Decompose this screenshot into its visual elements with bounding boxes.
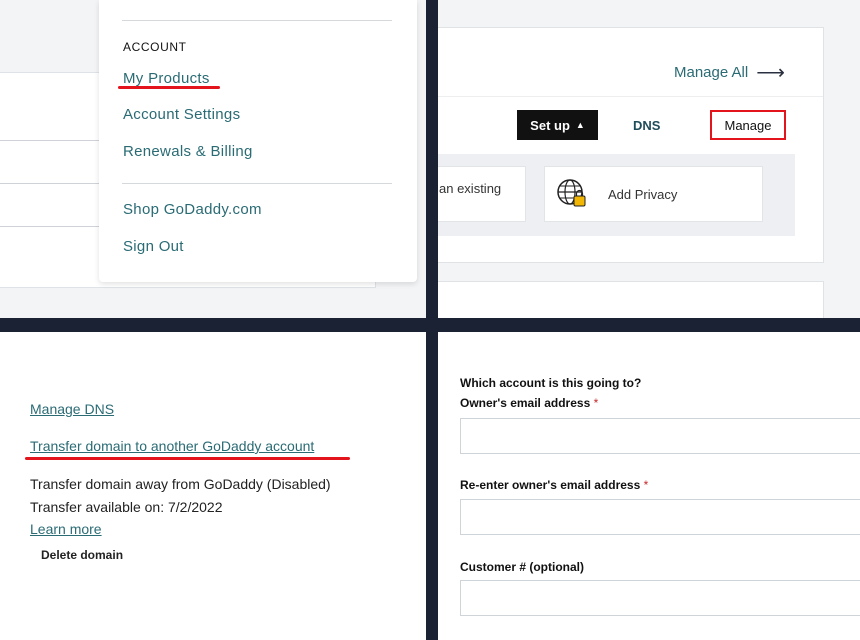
required-marker: *: [643, 478, 649, 492]
arrow-right-icon: ⟶: [756, 62, 785, 84]
menu-divider: [122, 183, 392, 184]
customer-number-field[interactable]: [460, 580, 860, 616]
dns-button[interactable]: DNS: [633, 118, 660, 133]
globe-lock-icon: [555, 177, 589, 211]
upsell-strip: an existing Add Privacy: [438, 154, 795, 236]
menu-divider: [122, 20, 392, 21]
menu-item-my-products[interactable]: My Products: [123, 70, 210, 87]
manage-all-label: Manage All: [674, 64, 749, 81]
account-menu-panel: ACCOUNT My Products Account Settings Ren…: [0, 0, 426, 318]
domain-settings-panel: Manage DNS Transfer domain to another Go…: [0, 332, 426, 640]
transfer-form-panel: Which account is this going to? Owner's …: [438, 332, 860, 640]
reenter-email-label-text: Re-enter owner's email address: [460, 478, 641, 492]
upsell-tile[interactable]: an existing: [438, 166, 526, 222]
highlight-underline: [25, 457, 350, 460]
setup-label: Set up: [530, 117, 570, 133]
reenter-email-label: Re-enter owner's email address *: [460, 478, 648, 492]
owner-email-label: Owner's email address *: [460, 396, 598, 410]
add-privacy-tile[interactable]: Add Privacy: [544, 166, 763, 222]
owner-email-field[interactable]: [460, 418, 860, 454]
account-dropdown-menu: ACCOUNT My Products Account Settings Ren…: [99, 0, 417, 282]
transfer-away-text: Transfer domain away from GoDaddy (Disab…: [30, 476, 331, 492]
delete-domain-button[interactable]: Delete domain: [41, 548, 123, 562]
learn-more-link[interactable]: Learn more: [30, 521, 102, 537]
manage-all-link[interactable]: Manage All ⟶: [674, 60, 785, 85]
highlight-underline: [118, 86, 220, 89]
transfer-internal-link[interactable]: Transfer domain to another GoDaddy accou…: [30, 438, 314, 454]
reenter-email-field[interactable]: [460, 499, 860, 535]
menu-item-renewals-billing[interactable]: Renewals & Billing: [123, 143, 253, 160]
manage-button[interactable]: Manage: [710, 110, 786, 140]
add-privacy-label: Add Privacy: [608, 187, 678, 202]
caret-up-icon: ▲: [575, 120, 585, 130]
tile-text: an existing: [439, 181, 502, 196]
setup-button[interactable]: Set up ▲: [517, 110, 598, 140]
owner-email-label-text: Owner's email address: [460, 396, 591, 410]
manage-dns-link[interactable]: Manage DNS: [30, 401, 114, 417]
transfer-available-text: Transfer available on: 7/2/2022: [30, 499, 223, 515]
form-question: Which account is this going to?: [460, 376, 642, 390]
products-panel: Manage All ⟶ Set up ▲ DNS Manage an existi…: [438, 0, 860, 318]
required-marker: *: [593, 396, 599, 410]
products-card-secondary: [438, 281, 824, 318]
customer-number-label: Customer # (optional): [460, 560, 585, 574]
menu-item-sign-out[interactable]: Sign Out: [123, 238, 184, 255]
menu-item-account-settings[interactable]: Account Settings: [123, 106, 240, 123]
menu-item-shop[interactable]: Shop GoDaddy.com: [123, 201, 262, 218]
menu-heading: ACCOUNT: [123, 40, 187, 54]
